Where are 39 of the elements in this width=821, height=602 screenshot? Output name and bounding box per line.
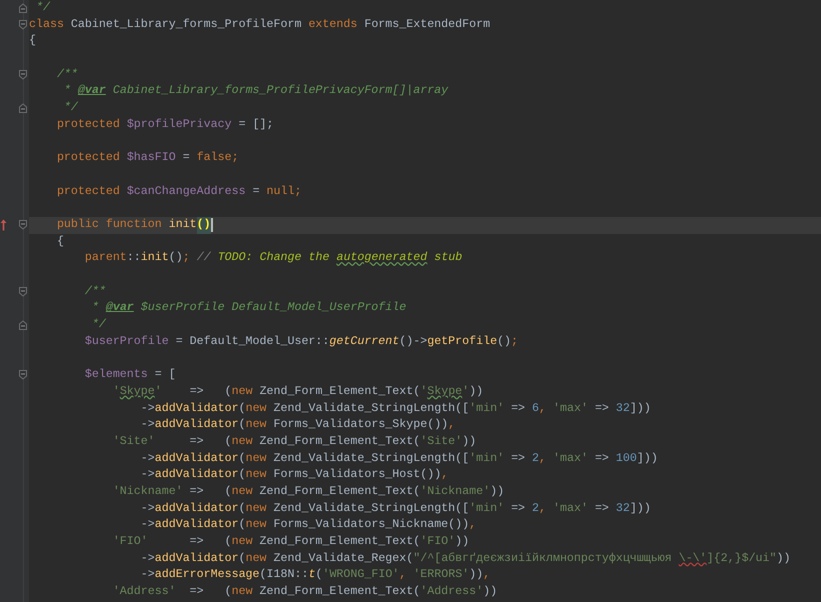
code-line: ->addValidator(new Zend_Validate_StringLength(['min' => 2, 'max' => 32])) — [140, 500, 651, 517]
code-line: /** — [56, 66, 78, 83]
code-line: ->addValidator(new Forms_Validators_Host()), — [140, 467, 448, 484]
fold-icon[interactable] — [18, 218, 28, 231]
code-line: protected $profilePrivacy = []; — [56, 116, 274, 133]
code-line: $userProfile = Default_Model_User::getCurrent()->getProfile(); — [84, 334, 518, 350]
code-line: 'Nickname' => (new Zend_Form_Element_Text('Nickname')) — [112, 484, 504, 500]
code-line: 'Address' => (new Zend_Form_Element_Text('Address')) — [112, 584, 498, 600]
code-line: protected $hasFIO = false; — [56, 150, 239, 166]
fold-icon[interactable] — [18, 319, 28, 332]
code-line: ->addValidator(new Zend_Validate_StringLength(['min' => 2, 'max' => 100])) — [140, 450, 658, 467]
code-line: public function init() — [29, 216, 213, 234]
code-line: /** — [84, 284, 106, 300]
code-line: class Cabinet_Library_forms_ProfileForm extends Forms_ExtendedForm — [29, 16, 490, 33]
code-line: 'FIO' => (new Zend_Form_Element_Text('FIO')) — [112, 534, 470, 550]
fold-icon[interactable] — [18, 286, 28, 298]
code-line: ->addValidator(new Forms_Validators_Nickname()), — [140, 517, 476, 534]
code-line: ->addErrorMessage(I18N::t('WRONG_FIO', 'ERRORS')), — [140, 567, 490, 584]
code-line: { — [29, 33, 36, 50]
code-line: */ — [90, 317, 106, 334]
code-line: { — [56, 234, 64, 250]
code-line: parent::init(); // TODO: Change the autogenerated stub — [84, 250, 462, 266]
fold-icon[interactable] — [18, 18, 28, 31]
code-line: ->addValidator(new Forms_Validators_Skype()), — [140, 417, 456, 434]
code-line: */ — [62, 100, 78, 116]
code-line: */ — [34, 0, 50, 16]
code-line: * @var $userProfile Default_Model_UserProfile — [90, 300, 406, 316]
fold-icon[interactable] — [18, 68, 28, 81]
code-line: protected $canChangeAddress = null; — [56, 184, 302, 200]
up-arrow-icon[interactable] — [0, 218, 7, 231]
code-line: ->addValidator(new Zend_Validate_StringLength(['min' => 6, 'max' => 32])) — [140, 400, 651, 416]
code-line: * @var Cabinet_Library_forms_ProfilePrivacyForm[]|array — [62, 83, 448, 100]
code-line: ->addValidator(new Zend_Validate_Regex("/^[абвгґдеєжзиіїйклмнопрстуфхцчшщьюя \-\']{2,}$/ui")) — [140, 550, 790, 567]
code-line: 'Site' => (new Zend_Form_Element_Text('Site')) — [112, 434, 476, 450]
code-line: $elements = [ — [84, 367, 176, 384]
fold-icon[interactable] — [18, 369, 28, 382]
fold-icon[interactable] — [18, 2, 28, 14]
fold-icon[interactable] — [18, 102, 28, 114]
code-line: 'Skype' => (new Zend_Form_Element_Text('Skype')) — [112, 384, 484, 400]
